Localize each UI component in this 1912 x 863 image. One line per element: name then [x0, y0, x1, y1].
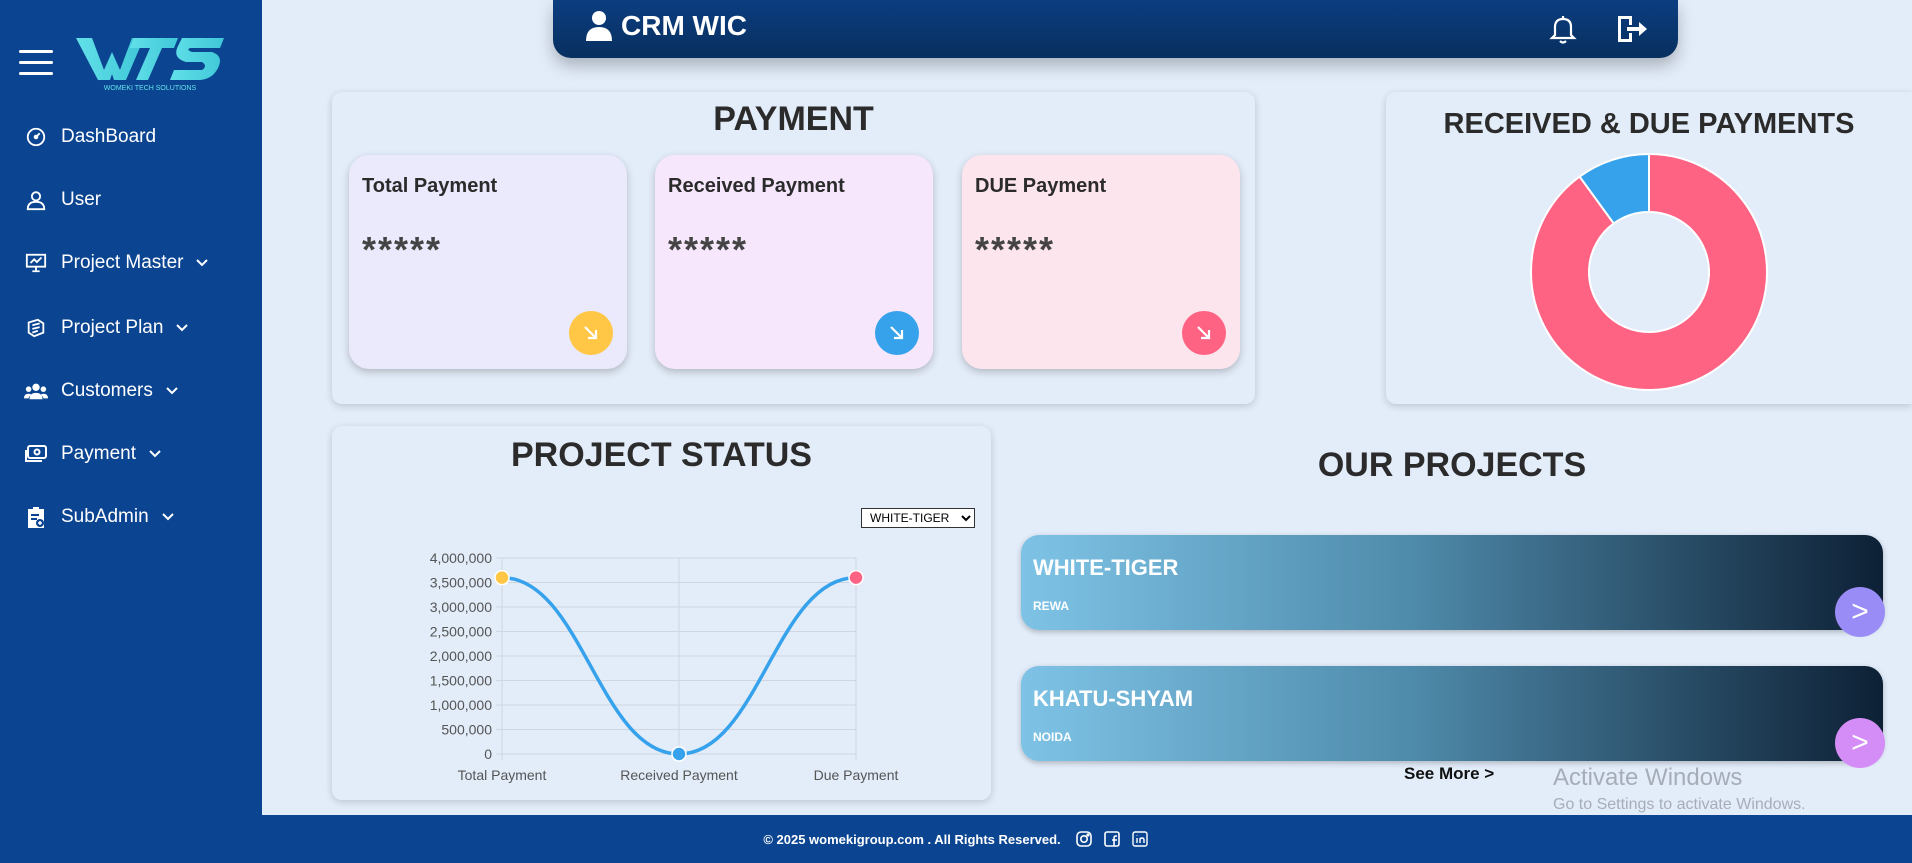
arrow-down-right-icon[interactable]	[875, 311, 919, 355]
copyright-text: © 2025 womekigroup.com . All Rights Rese…	[763, 831, 1061, 847]
y-tick-label: 1,500,000	[430, 673, 492, 689]
user-icon	[586, 11, 612, 41]
sidebar-item-user[interactable]: User	[0, 180, 262, 220]
payment-panel: PAYMENT Total Payment ***** Received Pay…	[332, 92, 1255, 404]
bell-icon[interactable]	[1547, 13, 1579, 45]
layers-icon	[24, 316, 48, 340]
sidebar-item-customers[interactable]: Customers	[0, 371, 262, 411]
top-bar: CRM WIC	[553, 0, 1678, 58]
sidebar-item-payment[interactable]: Payment	[0, 434, 262, 474]
logout-icon[interactable]	[1615, 13, 1649, 45]
arrow-down-right-icon[interactable]	[569, 311, 613, 355]
sidebar-item-project-master[interactable]: Project Master	[0, 243, 262, 283]
y-tick-label: 3,500,000	[430, 575, 492, 591]
chevron-down-icon	[195, 256, 209, 270]
instagram-icon[interactable]	[1075, 830, 1093, 848]
received-due-panel: RECEIVED & DUE PAYMENTS	[1386, 92, 1912, 404]
sidebar-item-subadmin[interactable]: SubAdmin	[0, 497, 262, 537]
card-value: *****	[668, 229, 749, 270]
sidebar-item-label: Project Plan	[61, 317, 164, 338]
linkedin-icon[interactable]	[1131, 830, 1149, 848]
sidebar-item-dashboard[interactable]: DashBoard	[0, 117, 262, 157]
card-label: DUE Payment	[975, 175, 1107, 197]
hamburger-menu-icon[interactable]	[19, 50, 53, 76]
data-point-due-payment[interactable]	[848, 569, 864, 586]
project-card-white-tiger[interactable]: WHITE-TIGER REWA >	[1021, 535, 1885, 637]
y-tick-label: 500,000	[441, 722, 492, 738]
sidebar-nav: DashBoard User Project Master Project Pl…	[0, 117, 262, 560]
y-tick-label: 2,500,000	[430, 624, 492, 640]
card-label: Received Payment	[668, 175, 845, 197]
sidebar-item-label: User	[61, 189, 102, 210]
due-payment-card: DUE Payment *****	[962, 155, 1240, 369]
sidebar: WOMEKI TECH SOLUTIONS DashBoard User Pro…	[0, 0, 262, 815]
facebook-icon[interactable]	[1103, 830, 1121, 848]
sidebar-item-label: DashBoard	[61, 126, 157, 147]
chevron-down-icon	[161, 510, 175, 524]
sidebar-item-label: Payment	[61, 443, 136, 464]
y-tick-label: 3,000,000	[430, 599, 492, 615]
received-payment-card: Received Payment *****	[655, 155, 933, 369]
payment-title: PAYMENT	[713, 100, 874, 138]
presentation-board-icon	[24, 251, 48, 275]
project-name: KHATU-SHYAM	[1033, 686, 1194, 711]
x-tick-label: Received Payment	[620, 767, 738, 783]
y-tick-label: 1,000,000	[430, 697, 492, 713]
card-value: *****	[975, 229, 1056, 270]
users-group-icon	[24, 379, 48, 403]
see-more-link[interactable]: See More >	[1404, 764, 1494, 784]
sidebar-item-label: Project Master	[61, 252, 184, 273]
chevron-down-icon	[148, 447, 162, 461]
sidebar-item-label: SubAdmin	[61, 506, 149, 527]
project-status-panel: PROJECT STATUS 4,000,000 3,500,000 3,000,0…	[332, 426, 991, 800]
project-name: WHITE-TIGER	[1033, 555, 1179, 580]
footer: © 2025 womekigroup.com . All Rights Rese…	[0, 815, 1912, 863]
received-due-donut-chart	[1530, 152, 1768, 391]
y-tick-label: 0	[484, 746, 492, 762]
app-title: CRM WIC	[585, 10, 747, 42]
data-point-received-payment[interactable]	[671, 746, 687, 762]
project-status-line-chart: 4,000,000 3,500,000 3,000,000 2,500,000 2,00…	[430, 550, 899, 783]
clipboard-icon	[24, 505, 48, 529]
x-tick-label: Due Payment	[814, 767, 899, 783]
total-payment-card: Total Payment *****	[349, 155, 627, 369]
x-tick-label: Total Payment	[458, 767, 547, 783]
project-select[interactable]: WHITE-TIGER	[861, 508, 975, 528]
sidebar-item-label: Customers	[61, 380, 153, 401]
app-title-text: CRM WIC	[621, 10, 747, 41]
project-location: NOIDA	[1033, 730, 1072, 744]
chevron-down-icon	[165, 384, 179, 398]
data-point-total-payment[interactable]	[494, 569, 510, 586]
open-project-button[interactable]: >	[1835, 587, 1885, 637]
y-tick-label: 4,000,000	[430, 550, 492, 566]
open-project-button[interactable]: >	[1835, 718, 1885, 768]
watermark-line2: Go to Settings to activate Windows.	[1553, 796, 1806, 813]
card-label: Total Payment	[362, 175, 498, 197]
money-bill-icon	[24, 442, 48, 466]
user-icon	[24, 188, 48, 212]
chevron-down-icon	[175, 321, 189, 335]
project-card-khatu-shyam[interactable]: KHATU-SHYAM NOIDA >	[1021, 666, 1885, 768]
wts-logo: WOMEKI TECH SOLUTIONS	[76, 38, 224, 92]
dashboard-gauge-icon	[24, 125, 48, 149]
project-location: REWA	[1033, 599, 1069, 613]
our-projects-title: OUR PROJECTS	[1317, 446, 1587, 484]
svg-text:WOMEKI TECH SOLUTIONS: WOMEKI TECH SOLUTIONS	[104, 85, 197, 92]
arrow-down-right-icon[interactable]	[1182, 311, 1226, 355]
sidebar-item-project-plan[interactable]: Project Plan	[0, 308, 262, 348]
watermark-line1: Activate Windows	[1553, 764, 1743, 791]
y-tick-label: 2,000,000	[430, 648, 492, 664]
card-value: *****	[362, 229, 443, 270]
windows-activation-watermark: Activate Windows Go to Settings to activ…	[1553, 764, 1806, 814]
